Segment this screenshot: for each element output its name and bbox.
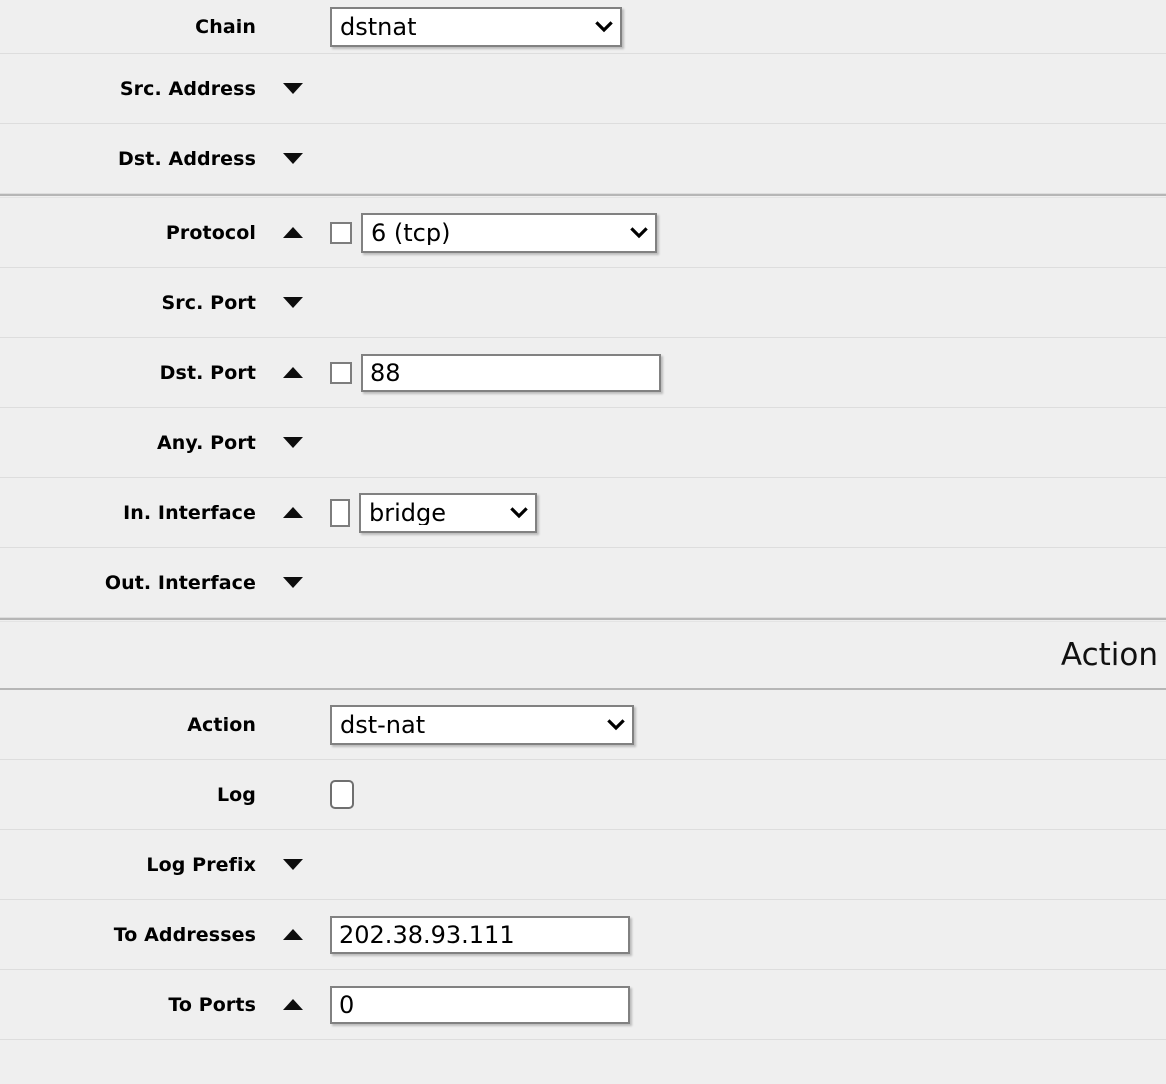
field-label-chain: Chain <box>195 15 256 38</box>
form-row-log-prefix: Log Prefix <box>0 830 1166 900</box>
toggle-out-interface[interactable] <box>256 577 330 588</box>
chevron-down-icon <box>607 718 625 730</box>
toggle-protocol[interactable] <box>256 227 330 238</box>
control-cell-to-ports: 0 <box>330 985 1166 1024</box>
form-row-src-address: Src. Address <box>0 54 1166 124</box>
firewall-nat-rule-form: Chain dstnat Src. Address Dst. Address P… <box>0 0 1166 1074</box>
field-label-src-port: Src. Port <box>161 291 256 314</box>
field-label-log: Log <box>216 783 256 806</box>
toggle-in-interface[interactable] <box>256 507 330 518</box>
to-addresses-input-value: 202.38.93.111 <box>339 920 515 949</box>
triangle-down-icon <box>283 859 303 870</box>
action-select-value: dst-nat <box>340 712 426 737</box>
field-label-out-interface: Out. Interface <box>104 571 256 594</box>
toggle-log-prefix[interactable] <box>256 859 330 870</box>
field-label-any-port: Any. Port <box>156 431 256 454</box>
triangle-up-icon <box>283 999 303 1010</box>
triangle-up-icon <box>283 367 303 378</box>
field-label-src-address: Src. Address <box>119 77 256 100</box>
toggle-src-port[interactable] <box>256 297 330 308</box>
toggle-to-addresses[interactable] <box>256 929 330 940</box>
field-label-to-ports: To Ports <box>168 993 256 1016</box>
toggle-any-port[interactable] <box>256 437 330 448</box>
control-cell-log <box>330 780 1166 809</box>
form-row-out-interface: Out. Interface <box>0 548 1166 618</box>
triangle-down-icon <box>283 577 303 588</box>
control-cell-in-interface: bridge <box>330 492 1166 533</box>
dst-port-input-value: 88 <box>370 358 401 387</box>
toggle-dst-address[interactable] <box>256 153 330 164</box>
in-interface-select[interactable]: bridge <box>359 492 537 533</box>
field-label-to-addresses: To Addresses <box>113 923 256 946</box>
to-addresses-input[interactable]: 202.38.93.111 <box>330 915 630 954</box>
field-label-in-interface: In. Interface <box>123 501 256 524</box>
protocol-select[interactable]: 6 (tcp) <box>361 212 657 253</box>
to-ports-input-value: 0 <box>339 990 355 1019</box>
form-row-trailing <box>0 1040 1166 1074</box>
field-label-dst-port: Dst. Port <box>159 361 256 384</box>
chevron-down-icon <box>595 20 613 32</box>
form-row-protocol: Protocol 6 (tcp) <box>0 198 1166 268</box>
control-cell-action: dst-nat <box>330 704 1166 745</box>
triangle-down-icon <box>283 437 303 448</box>
triangle-up-icon <box>283 227 303 238</box>
form-row-in-interface: In. Interface bridge <box>0 478 1166 548</box>
form-row-action: Action dst-nat <box>0 690 1166 760</box>
field-label-action: Action <box>187 713 256 736</box>
triangle-up-icon <box>283 507 303 518</box>
dst-port-input[interactable]: 88 <box>361 353 661 392</box>
form-row-chain: Chain dstnat <box>0 0 1166 54</box>
to-ports-input[interactable]: 0 <box>330 985 630 1024</box>
chevron-down-icon <box>630 226 648 238</box>
toggle-to-ports[interactable] <box>256 999 330 1010</box>
protocol-select-value: 6 (tcp) <box>371 220 451 245</box>
control-cell-dst-port: 88 <box>330 353 1166 392</box>
triangle-up-icon <box>283 929 303 940</box>
chain-select-value: dstnat <box>340 14 417 39</box>
field-label-log-prefix: Log Prefix <box>146 853 256 876</box>
form-row-dst-port: Dst. Port 88 <box>0 338 1166 408</box>
in-interface-negate-checkbox[interactable] <box>330 498 350 527</box>
field-label-dst-address: Dst. Address <box>118 147 256 170</box>
form-row-dst-address: Dst. Address <box>0 124 1166 194</box>
form-row-to-addresses: To Addresses 202.38.93.111 <box>0 900 1166 970</box>
form-row-src-port: Src. Port <box>0 268 1166 338</box>
toggle-src-address[interactable] <box>256 83 330 94</box>
triangle-down-icon <box>283 83 303 94</box>
section-header-action: Action <box>0 622 1166 690</box>
form-row-log: Log <box>0 760 1166 830</box>
triangle-down-icon <box>283 297 303 308</box>
form-row-to-ports: To Ports 0 <box>0 970 1166 1040</box>
control-cell-to-addresses: 202.38.93.111 <box>330 915 1166 954</box>
control-cell-protocol: 6 (tcp) <box>330 212 1166 253</box>
in-interface-select-value: bridge <box>369 500 447 525</box>
dst-port-negate-checkbox[interactable] <box>330 361 352 384</box>
chain-select[interactable]: dstnat <box>330 6 622 47</box>
protocol-negate-checkbox[interactable] <box>330 221 352 244</box>
toggle-dst-port[interactable] <box>256 367 330 378</box>
triangle-down-icon <box>283 153 303 164</box>
section-title-action: Action <box>1060 636 1158 673</box>
action-select[interactable]: dst-nat <box>330 704 634 745</box>
log-checkbox[interactable] <box>330 780 354 809</box>
chevron-down-icon <box>510 506 528 518</box>
field-label-protocol: Protocol <box>165 221 256 244</box>
form-row-any-port: Any. Port <box>0 408 1166 478</box>
control-cell-chain: dstnat <box>330 6 1166 47</box>
